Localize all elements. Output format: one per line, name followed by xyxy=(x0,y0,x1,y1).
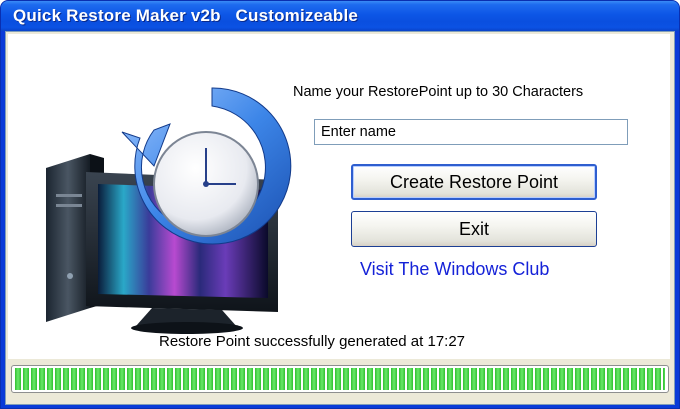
create-restore-point-button[interactable]: Create Restore Point xyxy=(351,164,597,200)
progress-bar xyxy=(11,365,669,393)
app-window: Quick Restore Maker v2b Customizeable Na… xyxy=(0,0,680,409)
name-prompt-label: Name your RestorePoint up to 30 Characte… xyxy=(293,84,584,100)
restore-point-name-input[interactable] xyxy=(314,119,628,145)
create-restore-point-label: Create Restore Point xyxy=(389,171,559,192)
status-message: Restore Point successfully generated at … xyxy=(159,333,466,350)
window-title: Quick Restore Maker v2b Customizeable xyxy=(13,6,359,25)
main-panel: Name your RestorePoint up to 30 Characte… xyxy=(8,34,670,359)
title-bar[interactable]: Quick Restore Maker v2b Customizeable xyxy=(1,1,679,31)
client-area: Name your RestorePoint up to 30 Characte… xyxy=(5,31,675,405)
exit-label: Exit xyxy=(458,218,489,239)
exit-button[interactable]: Exit xyxy=(351,211,597,247)
windows-club-link[interactable]: Visit The Windows Club xyxy=(360,259,549,280)
restore-clock-computer-icon xyxy=(46,87,292,334)
progress-bar-fill xyxy=(15,368,665,390)
